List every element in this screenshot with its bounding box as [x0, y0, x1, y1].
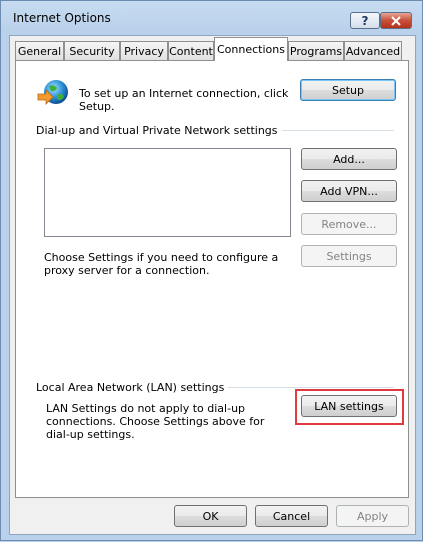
- globe-connect-icon: [37, 80, 68, 105]
- proxy-description: Choose Settings if you need to configure…: [44, 251, 279, 277]
- setup-button[interactable]: Setup: [300, 79, 396, 101]
- tab-connections[interactable]: Connections: [214, 37, 288, 61]
- dialup-heading: Dial-up and Virtual Private Network sett…: [36, 124, 282, 137]
- add-button[interactable]: Add...: [301, 148, 397, 170]
- setup-description: To set up an Internet connection, click …: [79, 87, 289, 113]
- connections-panel: To set up an Internet connection, click …: [15, 60, 409, 498]
- lan-description: LAN Settings do not apply to dial-up con…: [46, 402, 265, 441]
- internet-options-window: Internet Options ? General Security Priv…: [0, 0, 423, 541]
- connections-list[interactable]: [44, 148, 291, 237]
- dialog-client-area: General Security Privacy Content Connect…: [9, 35, 416, 535]
- add-vpn-button[interactable]: Add VPN...: [301, 180, 397, 202]
- lan-settings-highlight: [295, 389, 404, 425]
- lan-heading: Local Area Network (LAN) settings: [36, 381, 229, 394]
- settings-button[interactable]: Settings: [301, 245, 397, 267]
- remove-button[interactable]: Remove...: [301, 213, 397, 235]
